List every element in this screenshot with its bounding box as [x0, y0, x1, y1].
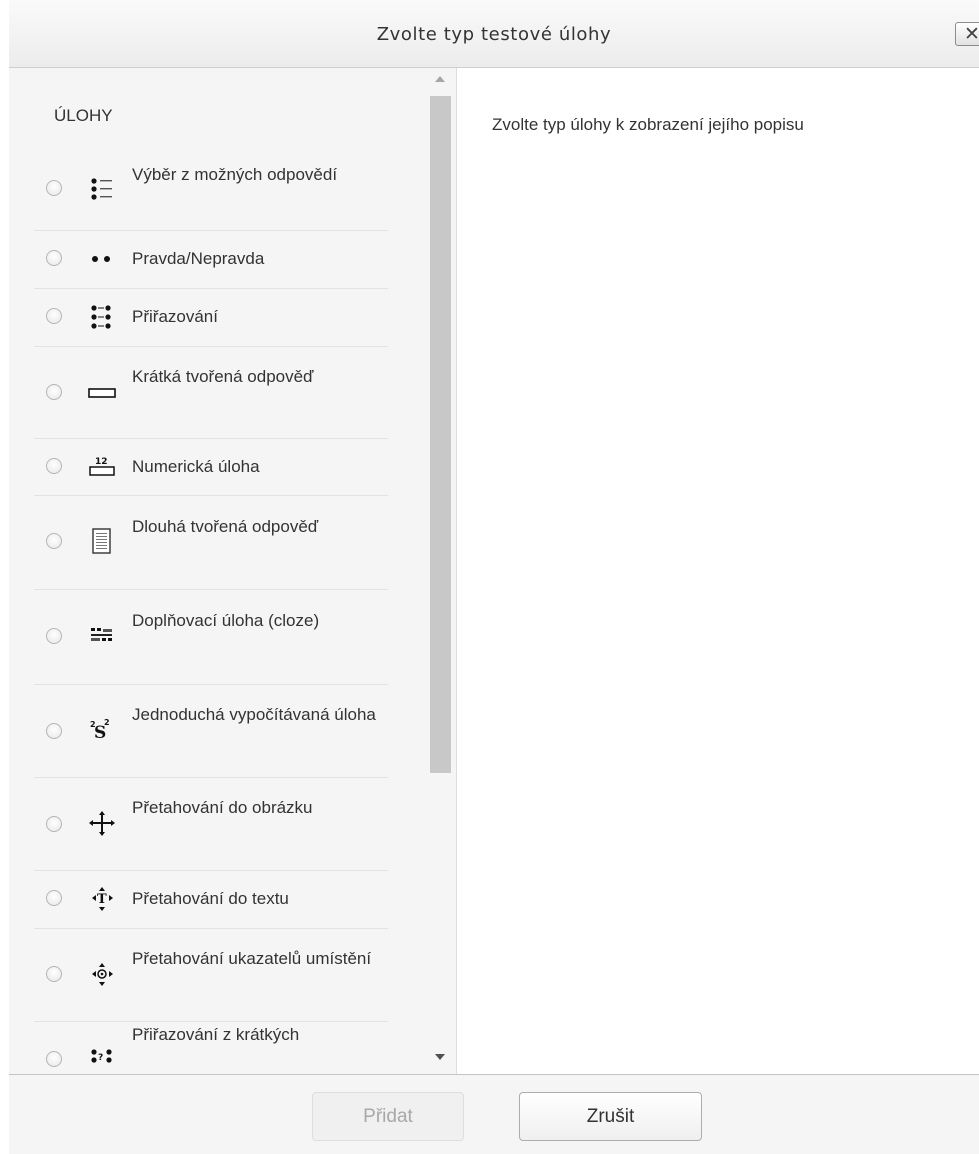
shortanswer-icon	[85, 379, 125, 407]
truefalse-icon	[85, 245, 125, 273]
calculated-simple-icon: 2 2 S	[85, 716, 125, 744]
radio-button[interactable]	[46, 890, 62, 906]
list-item[interactable]: 2 2 S Jednoduchá vypočítávaná úloha	[34, 684, 388, 778]
list-item[interactable]: Výběr z možných odpovědí	[34, 152, 388, 231]
description-pane: Zvolte typ úlohy k zobrazení jejího popi…	[457, 68, 979, 1074]
question-type-label: Přiřazování z krátkých	[132, 1025, 300, 1044]
list-item[interactable]: ? Přiřazování z krátkých	[34, 1021, 388, 1074]
cloze-icon	[85, 623, 125, 651]
numerical-icon: 12	[85, 453, 125, 481]
add-button[interactable]: Přidat	[312, 1092, 464, 1141]
radio-button[interactable]	[46, 723, 62, 739]
radio-button[interactable]	[46, 384, 62, 400]
question-type-label: Přetahování do textu	[132, 889, 289, 908]
list-item[interactable]: Dlouhá tvořená odpověď	[34, 495, 388, 590]
svg-text:T: T	[97, 892, 107, 907]
random-short-match-icon: ?	[85, 1046, 125, 1074]
radio-button[interactable]	[46, 1051, 62, 1067]
question-type-label: Dlouhá tvořená odpověď	[132, 517, 319, 536]
list-item[interactable]: Přetahování do obrázku	[34, 777, 388, 871]
scrollbar-thumb[interactable]	[430, 96, 451, 773]
close-button[interactable]: ✕	[955, 22, 979, 46]
radio-button[interactable]	[46, 308, 62, 324]
question-type-label: Krátká tvořená odpověď	[132, 367, 314, 386]
list-item[interactable]: Krátká tvořená odpověď	[34, 346, 388, 439]
list-item[interactable]: 12 Numerická úloha	[34, 438, 388, 496]
close-icon: ✕	[964, 23, 979, 45]
question-type-dialog: Zvolte typ testové úlohy ✕ ÚLOHY Výběr z…	[9, 0, 979, 1154]
svg-text:S: S	[94, 723, 106, 743]
drag-drop-image-icon	[85, 810, 125, 838]
radio-button[interactable]	[46, 628, 62, 644]
list-item[interactable]: Doplňovací úloha (cloze)	[34, 589, 388, 685]
description-hint: Zvolte typ úlohy k zobrazení jejího popi…	[492, 115, 804, 134]
svg-text:?: ?	[98, 1053, 103, 1063]
svg-text:12: 12	[95, 457, 108, 467]
radio-button[interactable]	[46, 533, 62, 549]
scroll-down-arrow-icon[interactable]	[435, 1054, 445, 1060]
dialog-footer: Přidat Zrušit	[9, 1074, 979, 1154]
question-type-label: Numerická úloha	[132, 457, 260, 476]
radio-button[interactable]	[46, 966, 62, 982]
drag-drop-markers-icon	[85, 961, 125, 989]
scroll-up-arrow-icon[interactable]	[435, 76, 445, 82]
radio-button[interactable]	[46, 180, 62, 196]
list-item[interactable]: Pravda/Nepravda	[34, 230, 388, 289]
question-type-label: Jednoduchá vypočítávaná úloha	[132, 705, 376, 724]
question-type-list-pane[interactable]: ÚLOHY Výběr z možných odpovědí Pravda/Ne…	[9, 68, 457, 1074]
dialog-title: Zvolte typ testové úlohy	[376, 24, 612, 45]
question-type-label: Přetahování ukazatelů umístění	[132, 949, 372, 968]
essay-icon	[85, 528, 125, 556]
list-item[interactable]: T Přetahování do textu	[34, 870, 388, 929]
list-item[interactable]: Přiřazování	[34, 288, 388, 347]
match-icon	[85, 303, 125, 331]
drag-drop-text-icon: T	[85, 885, 125, 913]
question-type-label: Přiřazování	[132, 307, 218, 326]
cancel-button[interactable]: Zrušit	[519, 1092, 702, 1141]
section-heading: ÚLOHY	[54, 106, 113, 125]
radio-button[interactable]	[46, 816, 62, 832]
question-type-label: Přetahování do obrázku	[132, 798, 313, 817]
question-type-label: Pravda/Nepravda	[132, 249, 265, 268]
radio-button[interactable]	[46, 250, 62, 266]
multichoice-icon	[85, 176, 125, 204]
list-item[interactable]: Přetahování ukazatelů umístění	[34, 928, 388, 1022]
radio-button[interactable]	[46, 458, 62, 474]
question-type-label: Výběr z možných odpovědí	[132, 165, 338, 184]
question-type-label: Doplňovací úloha (cloze)	[132, 611, 320, 630]
dialog-header: Zvolte typ testové úlohy ✕	[9, 0, 979, 68]
